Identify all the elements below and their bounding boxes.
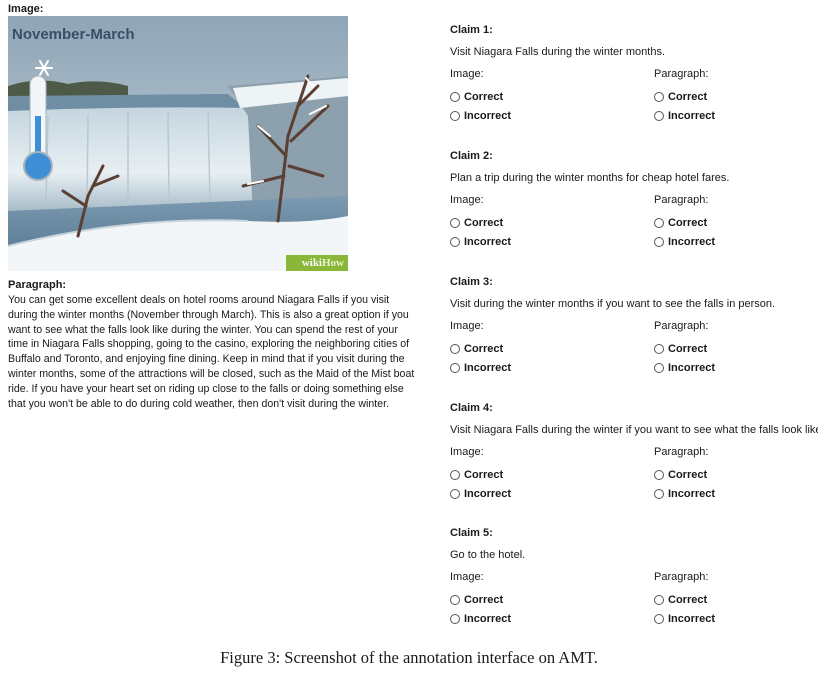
radio-icon[interactable]: [654, 614, 664, 624]
claim-title: Claim 2:: [450, 150, 493, 162]
radio-icon[interactable]: [654, 344, 664, 354]
paragraph-column-label: Paragraph:: [654, 68, 709, 80]
paragraph-column-label: Paragraph:: [654, 320, 709, 332]
claim-3-paragraph-correct-radio[interactable]: Correct: [654, 343, 707, 355]
radio-icon[interactable]: [450, 344, 460, 354]
season-text: November-March: [12, 26, 135, 43]
claim-2-paragraph-correct-radio[interactable]: Correct: [654, 217, 707, 229]
claim-text: Plan a trip during the winter months for…: [450, 172, 730, 184]
claim-1-image-correct-radio[interactable]: Correct: [450, 91, 503, 103]
claim-title: Claim 4:: [450, 402, 493, 414]
claim-1-paragraph-incorrect-radio[interactable]: Incorrect: [654, 110, 715, 122]
claim-text: Go to the hotel.: [450, 549, 526, 561]
claim-4-paragraph-incorrect-radio[interactable]: Incorrect: [654, 488, 715, 500]
claim-1-image-incorrect-radio[interactable]: Incorrect: [450, 110, 511, 122]
radio-icon[interactable]: [450, 595, 460, 605]
claim-title: Claim 1:: [450, 24, 493, 36]
radio-icon[interactable]: [450, 218, 460, 228]
radio-icon[interactable]: [654, 237, 664, 247]
claim-5-image-correct-radio[interactable]: Correct: [450, 594, 503, 606]
image-label: Image:: [8, 3, 44, 15]
claim-2-paragraph-incorrect-radio[interactable]: Incorrect: [654, 236, 715, 248]
radio-icon[interactable]: [654, 595, 664, 605]
radio-icon[interactable]: [450, 614, 460, 624]
radio-icon[interactable]: [450, 237, 460, 247]
radio-icon[interactable]: [450, 111, 460, 121]
image-column-label: Image:: [450, 320, 484, 332]
claim-2-image-correct-radio[interactable]: Correct: [450, 217, 503, 229]
claim-text: Visit Niagara Falls during the winter mo…: [450, 46, 666, 58]
claim-text: Visit during the winter months if you wa…: [450, 298, 776, 310]
image-column-label: Image:: [450, 446, 484, 458]
claim-1-paragraph-correct-radio[interactable]: Correct: [654, 91, 707, 103]
paragraph-column-label: Paragraph:: [654, 571, 709, 583]
paragraph-text: You can get some excellent deals on hote…: [8, 294, 415, 410]
radio-icon[interactable]: [450, 92, 460, 102]
radio-icon[interactable]: [450, 489, 460, 499]
wikihow-logo: wikiHow: [285, 255, 348, 271]
claim-title: Claim 5:: [450, 527, 493, 539]
radio-icon[interactable]: [654, 489, 664, 499]
claim-3-image-incorrect-radio[interactable]: Incorrect: [450, 362, 511, 374]
figure-caption: Figure 3: Screenshot of the annotation i…: [220, 648, 598, 667]
niagara-winter-illustration: November-March wikiHow: [8, 16, 348, 271]
claim-5-image-incorrect-radio[interactable]: Incorrect: [450, 613, 511, 625]
claim-4-image-correct-radio[interactable]: Correct: [450, 469, 503, 481]
paragraph-column-label: Paragraph:: [654, 194, 709, 206]
image-column-label: Image:: [450, 571, 484, 583]
paragraph-label: Paragraph:: [8, 279, 67, 291]
claim-5-paragraph-correct-radio[interactable]: Correct: [654, 594, 707, 606]
claim-4-paragraph-correct-radio[interactable]: Correct: [654, 469, 707, 481]
radio-icon[interactable]: [654, 363, 664, 373]
radio-icon[interactable]: [450, 470, 460, 480]
radio-icon[interactable]: [450, 363, 460, 373]
claim-4-image-incorrect-radio[interactable]: Incorrect: [450, 488, 511, 500]
radio-icon[interactable]: [654, 218, 664, 228]
claim-text: Visit Niagara Falls during the winter if…: [450, 424, 818, 436]
claim-title: Claim 3:: [450, 276, 493, 288]
claim-3-paragraph-incorrect-radio[interactable]: Incorrect: [654, 362, 715, 374]
image-column-label: Image:: [450, 194, 484, 206]
image-column-label: Image:: [450, 68, 484, 80]
paragraph-column-label: Paragraph:: [654, 446, 709, 458]
claim-3-image-correct-radio[interactable]: Correct: [450, 343, 503, 355]
radio-icon[interactable]: [654, 111, 664, 121]
radio-icon[interactable]: [654, 470, 664, 480]
claim-5-paragraph-incorrect-radio[interactable]: Incorrect: [654, 613, 715, 625]
claim-2-image-incorrect-radio[interactable]: Incorrect: [450, 236, 511, 248]
radio-icon[interactable]: [654, 92, 664, 102]
